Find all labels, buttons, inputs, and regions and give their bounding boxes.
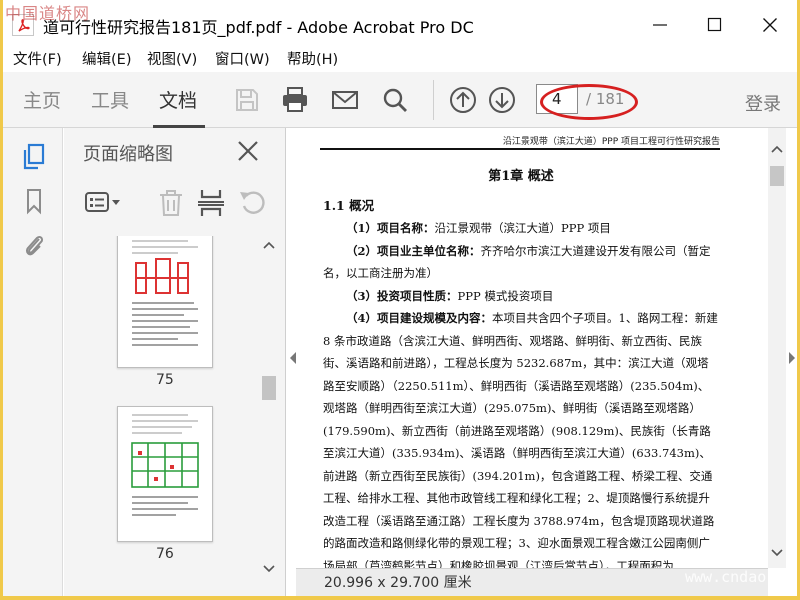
- bookmark-icon[interactable]: [20, 186, 48, 216]
- site-url-watermark: www.cndao.com: [685, 568, 797, 586]
- thumbnail-toolbar: [64, 180, 286, 228]
- delete-icon[interactable]: [154, 188, 188, 218]
- page-thumbnails-panel: 页面缩略图 75 76: [64, 128, 286, 596]
- page-up-icon[interactable]: [447, 84, 479, 116]
- page-content: 第1章 概述 1.1 概况 （1）项目名称：沿江景观带（滨江大道）PPP 项目 …: [323, 166, 719, 568]
- minimize-button[interactable]: [645, 10, 675, 38]
- page-thumbnails-icon[interactable]: [20, 142, 48, 172]
- left-navigation-pane: [3, 128, 63, 596]
- paragraph: （4）项目建设规模及内容：本项目共含四个子项目。1、路网工程：新建 8 条市政道…: [323, 311, 718, 568]
- menu-window[interactable]: 窗口(W): [215, 48, 270, 69]
- page-size-label: 20.996 x 29.700 厘米: [324, 575, 472, 591]
- close-panel-icon[interactable]: [235, 138, 261, 164]
- menu-edit[interactable]: 编辑(E): [82, 48, 131, 69]
- page-running-header: 沿江景观带（滨江大道）PPP 项目工程可行性研究报告: [502, 137, 720, 147]
- header-rule: [320, 148, 720, 150]
- page-thumbnail[interactable]: [117, 236, 213, 368]
- close-button[interactable]: [755, 10, 785, 38]
- collapse-right-pane-button[interactable]: [788, 350, 796, 369]
- email-icon[interactable]: [329, 84, 361, 116]
- panel-title: 页面缩略图: [83, 144, 173, 165]
- insert-page-icon[interactable]: [194, 188, 228, 218]
- section-title: 1.1 概况: [323, 197, 375, 213]
- save-icon[interactable]: [231, 84, 263, 116]
- tab-tools[interactable]: 工具: [91, 86, 129, 113]
- page-down-icon[interactable]: [486, 84, 518, 116]
- page-thumbnail[interactable]: [117, 406, 213, 542]
- toolbar-separator: [433, 80, 434, 120]
- rotate-icon[interactable]: [236, 188, 270, 218]
- thumbnail-page-label: 76: [156, 546, 174, 562]
- thumbnail-scroll-thumb[interactable]: [262, 376, 276, 400]
- print-icon[interactable]: [279, 84, 311, 116]
- document-scrollbar[interactable]: [768, 128, 786, 568]
- document-view[interactable]: 沿江景观带（滨江大道）PPP 项目工程可行性研究报告 第1章 概述 1.1 概况…: [296, 128, 782, 568]
- menu-file[interactable]: 文件(F): [13, 48, 62, 69]
- paragraph: （1）项目名称：沿江景观带（滨江大道）PPP 项目: [346, 221, 611, 235]
- menu-bar: 文件(F) 编辑(E) 视图(V) 窗口(W) 帮助(H): [3, 46, 797, 70]
- main-toolbar: 主页 工具 文档 4 / 181 登录: [3, 72, 797, 128]
- thumbnail-scrollbar[interactable]: [260, 236, 278, 580]
- red-highlight-annotation: [540, 84, 638, 120]
- menu-view[interactable]: 视图(V): [147, 48, 197, 69]
- maximize-button[interactable]: [700, 10, 730, 38]
- title-bar: 道可行性研究报告181页_pdf.pdf - Adobe Acrobat Pro…: [3, 0, 797, 48]
- paragraph: （2）项目业主单位名称：齐齐哈尔市滨江大道建设开发有限公司（暂定名，以工商注册为…: [323, 243, 711, 281]
- menu-help[interactable]: 帮助(H): [287, 48, 338, 69]
- attachment-icon[interactable]: [20, 230, 48, 260]
- window-title: 道可行性研究报告181页_pdf.pdf - Adobe Acrobat Pro…: [43, 18, 474, 37]
- tab-document[interactable]: 文档: [159, 86, 197, 113]
- paragraph: （3）投资项目性质：PPP 模式投资项目: [346, 288, 554, 303]
- search-icon[interactable]: [379, 84, 411, 116]
- tab-home[interactable]: 主页: [23, 86, 61, 113]
- login-button[interactable]: 登录: [745, 90, 781, 116]
- thumbnail-page-label: 75: [156, 372, 174, 388]
- document-scroll-thumb[interactable]: [770, 166, 784, 186]
- site-watermark: 中国道桥网: [5, 4, 91, 23]
- options-menu-icon[interactable]: [84, 188, 124, 218]
- chapter-title: 第1章 概述: [488, 169, 554, 184]
- thumbnail-list[interactable]: 75 76: [64, 236, 264, 596]
- acrobat-window: 道可行性研究报告181页_pdf.pdf - Adobe Acrobat Pro…: [3, 0, 797, 596]
